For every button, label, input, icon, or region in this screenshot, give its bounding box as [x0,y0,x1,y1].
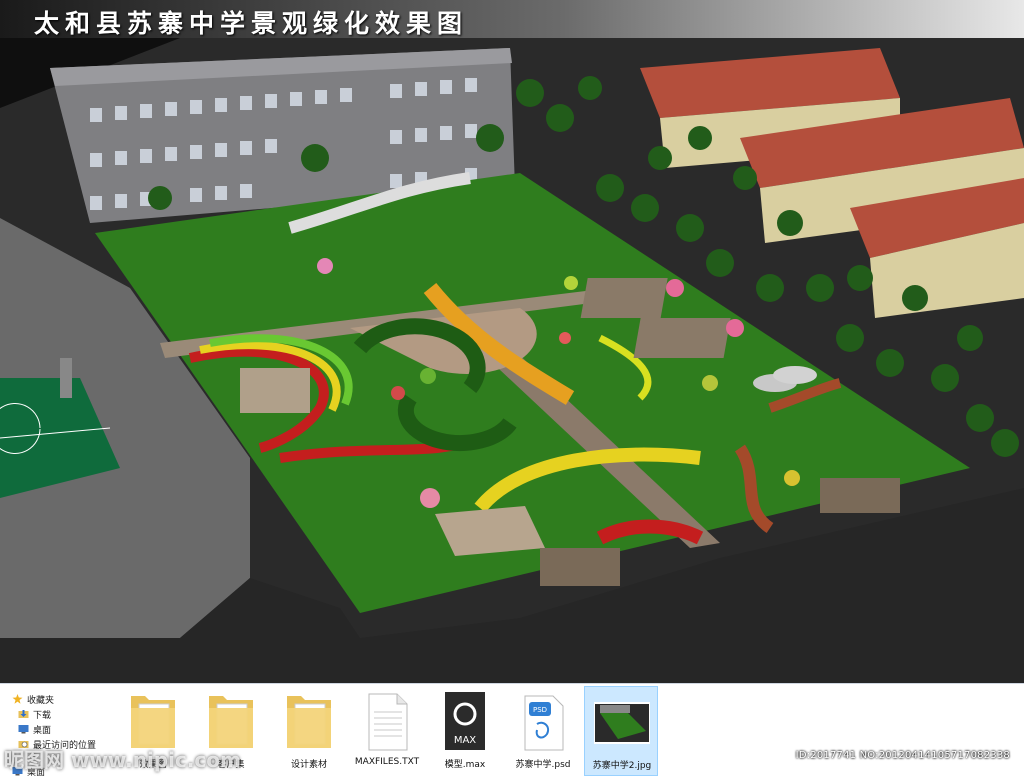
nav-label: 桌面 [33,725,52,736]
bulletin-board-1 [540,548,620,586]
basketball-hoop [60,358,72,398]
max-file-icon: MAX [445,692,485,750]
image-thumbnail-icon [594,702,650,744]
file-item[interactable]: MAXFILES.TXT [350,686,424,776]
nav-desktop[interactable]: 桌面 [18,722,51,736]
file-label: 苏寨中学2.jpg [592,761,652,771]
site-watermark: 昵图网 www.nipic.com [4,748,241,772]
file-item[interactable]: PSD 苏寨中学.psd [506,686,580,776]
nav-label: 下载 [33,710,52,721]
folder-icon [131,696,175,748]
psd-file-icon: PSD [524,695,564,751]
star-icon [12,694,23,704]
psd-icon-text: PSD [533,706,547,714]
nav-favorites[interactable]: 收藏夹 [12,692,54,706]
desktop-icon [18,725,29,734]
render-title: 太和县苏寨中学景观绿化效果图 [34,9,469,38]
file-label: 设计素材 [290,760,327,770]
seating-area [240,368,310,413]
text-file-icon [368,693,408,751]
file-explorer-pane: 收藏夹 下载 桌面 最近访问的位置 桌面 效果图 客户集 设计素材 MAXFIL… [0,683,1024,777]
max-icon-text: MAX [454,735,476,746]
file-item[interactable]: MAX 模型.max [428,686,502,776]
book-sculpture-plaza [435,506,545,556]
bulletin-board-2 [820,478,900,513]
site-plan-illustration [0,38,1024,683]
landscape-render: 太和县苏寨中学景观绿化效果图 [0,0,1024,683]
folder-icon [209,696,253,748]
file-item[interactable]: 设计素材 [272,686,346,776]
nav-label: 收藏夹 [27,695,55,706]
id-watermark: ID:2017741 NO:20120414105717082338 [795,750,1010,761]
file-item-selected[interactable]: 苏寨中学2.jpg [584,686,658,776]
file-label: MAXFILES.TXT [354,757,420,767]
nav-downloads[interactable]: 下载 [18,707,51,721]
file-label: 模型.max [444,760,486,770]
download-folder-icon [18,710,29,718]
folder-icon [287,696,331,748]
file-label: 苏寨中学.psd [515,760,571,770]
